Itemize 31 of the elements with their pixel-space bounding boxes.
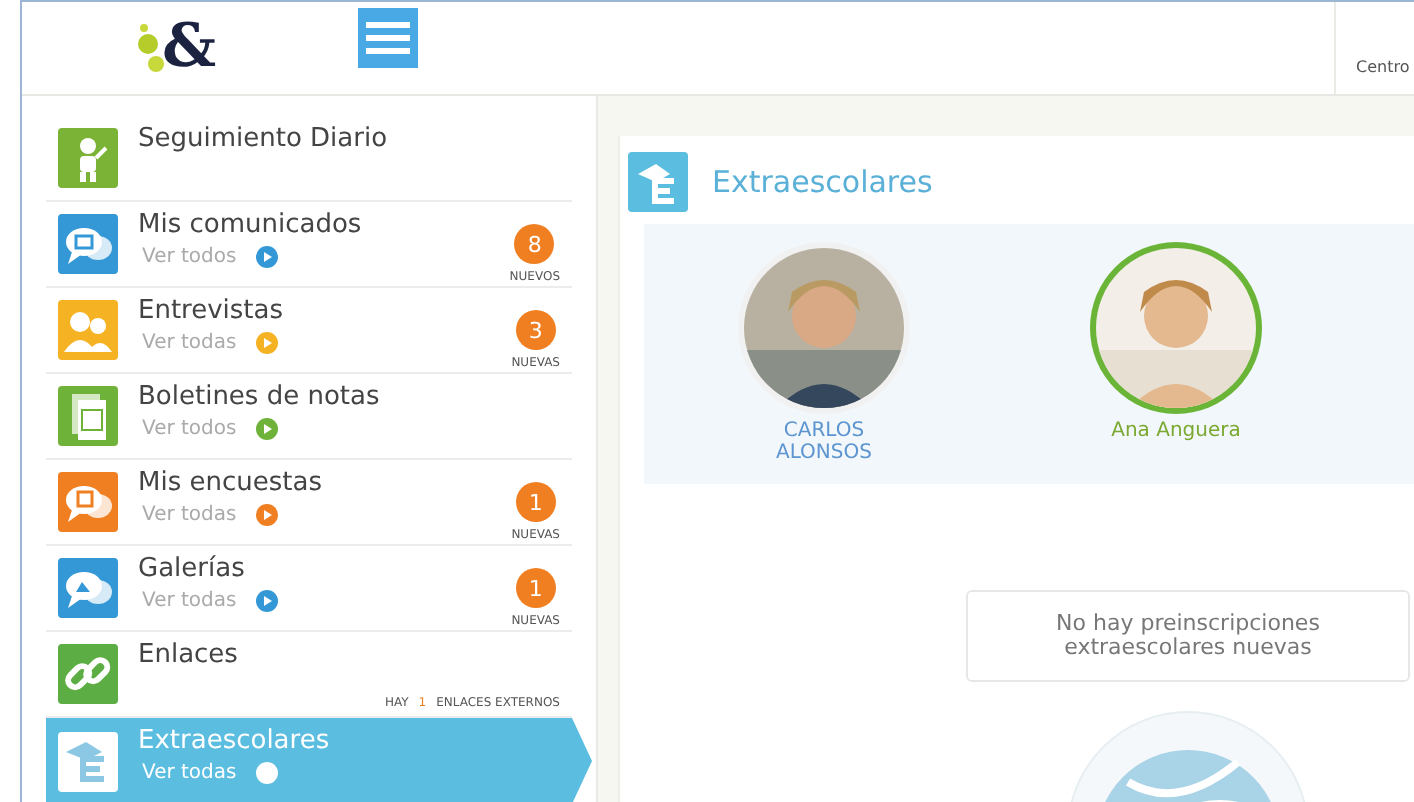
panel-title: Extraescolares	[712, 164, 933, 200]
item-title: Mis comunicados	[138, 210, 364, 240]
view-all-link[interactable]: Ver todos	[142, 418, 237, 440]
item-title: Entrevistas	[138, 296, 286, 326]
menu-button[interactable]	[358, 8, 418, 68]
empty-message: No hay preinscripciones extraescolares nuevas	[966, 590, 1410, 682]
logo: &	[162, 18, 217, 78]
item-title: Galerías	[138, 554, 247, 584]
count-badge: 8	[514, 224, 555, 264]
count-badge: 1	[515, 568, 556, 608]
school-icon	[628, 152, 688, 212]
student-name[interactable]: Ana Anguera	[1086, 420, 1266, 442]
menu-icon[interactable]	[366, 20, 410, 56]
item-title: Extraescolares	[138, 726, 332, 756]
logo-splash-icon	[138, 24, 164, 72]
student-name[interactable]: CARLOS ALONSOS	[754, 420, 894, 464]
user-label: Centro	[1356, 58, 1410, 76]
selected-menu-item[interactable]: Extraescolares Ver todas	[46, 718, 592, 802]
item-title: Mis encuestas	[138, 468, 324, 498]
view-all-link[interactable]: Ver todas	[142, 504, 237, 526]
count-badge: 1	[515, 482, 556, 522]
view-all-link[interactable]: Ver todas	[142, 590, 237, 612]
view-all-link[interactable]: Ver todas	[142, 332, 237, 354]
view-all-link[interactable]: Ver todas	[142, 762, 237, 784]
menu-item[interactable]: Boletines de notas Ver todos	[46, 374, 572, 460]
view-all-link[interactable]: Ver todos	[142, 246, 237, 268]
menu-item[interactable]: Seguimiento Diario	[46, 116, 572, 202]
count-badge: 3	[515, 310, 556, 350]
item-title: Boletines de notas	[138, 382, 382, 412]
item-title: Enlaces	[138, 640, 240, 670]
item-title: Seguimiento Diario	[138, 124, 390, 154]
